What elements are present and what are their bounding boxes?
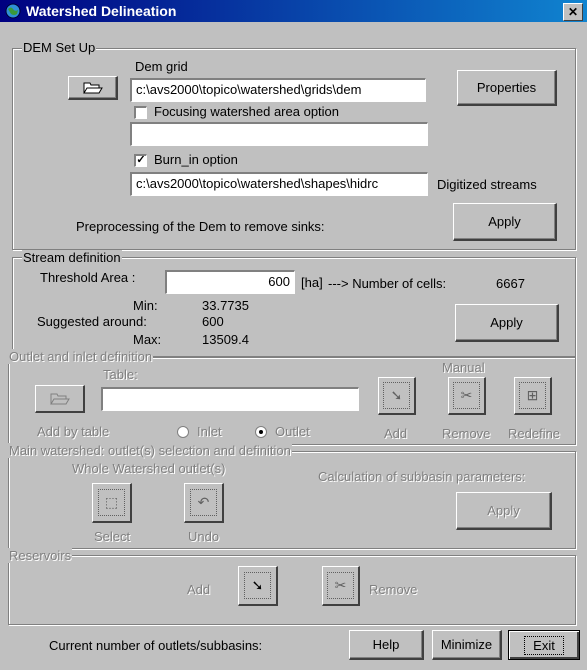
outlet-table-input[interactable] [101, 387, 359, 411]
focusing-checkbox[interactable] [134, 106, 147, 119]
subbasin-count-label: Current number of outlets/subbasins: [49, 638, 263, 653]
dem-grid-label: Dem grid [135, 59, 188, 74]
inlet-radio-label: Inlet [197, 424, 222, 439]
max-value: 13509.4 [202, 332, 249, 347]
subbasin-apply-button[interactable]: Apply [456, 492, 552, 530]
manual-label: Manual [442, 360, 485, 375]
reservoirs-group [8, 555, 576, 625]
select-outlet-button[interactable]: ⬚ [92, 483, 132, 523]
remove-point-icon: ✂ [327, 571, 354, 600]
dem-apply-button[interactable]: Apply [453, 203, 557, 241]
stream-apply-button[interactable]: Apply [455, 304, 559, 342]
remove-point-icon: ✂ [453, 382, 480, 409]
suggested-label: Suggested around: [37, 314, 147, 329]
outlet-inlet-legend: Outlet and inlet definition [8, 349, 154, 364]
help-button[interactable]: Help [349, 630, 424, 660]
dem-setup-legend: DEM Set Up [22, 40, 97, 55]
exit-button[interactable]: Exit [508, 630, 580, 660]
outlet-radio[interactable] [255, 426, 267, 438]
max-label: Max: [133, 332, 162, 347]
select-box-icon: ⬚ [97, 488, 126, 517]
suggested-value: 600 [202, 314, 224, 329]
redefine-icon: ⊞ [519, 382, 546, 409]
stream-definition-legend: Stream definition [22, 250, 122, 265]
calc-subbasin-label: Calculation of subbasin parameters: [318, 469, 526, 484]
outlet-add-button[interactable]: ➘ [378, 377, 416, 415]
min-label: Min: [133, 298, 158, 313]
table-label: Table: [103, 367, 138, 382]
outlet-remove-button[interactable]: ✂ [448, 377, 486, 415]
window-title: Watershed Delineation [26, 3, 177, 19]
reservoir-remove-button[interactable]: ✂ [322, 566, 360, 606]
undo-label: Undo [188, 529, 220, 544]
undo-icon: ↶ [189, 488, 218, 517]
number-of-cells-value: 6667 [496, 276, 525, 291]
open-folder-icon [82, 82, 103, 94]
dem-grid-browse-button[interactable] [68, 76, 118, 100]
minimize-button[interactable]: Minimize [432, 630, 502, 660]
preprocess-label: Preprocessing of the Dem to remove sinks… [76, 219, 325, 234]
outlet-remove-label: Remove [442, 426, 491, 441]
outlet-add-label: Add [384, 426, 408, 441]
main-watershed-legend: Main watershed: outlet(s) selection and … [8, 443, 292, 458]
close-button[interactable]: ✕ [563, 3, 583, 21]
add-point-icon: ➘ [383, 382, 410, 409]
whole-watershed-label: Whole Watershed outlet(s) [72, 461, 226, 476]
outlet-redefine-button[interactable]: ⊞ [514, 377, 552, 415]
exit-label: Exit [524, 635, 564, 655]
outlet-table-browse-button[interactable] [35, 385, 85, 413]
reservoir-add-button[interactable]: ➘ [238, 566, 278, 606]
min-value: 33.7735 [202, 298, 249, 313]
burn-in-input[interactable]: c:\avs2000\topico\watershed\shapes\hidrc [130, 172, 428, 196]
reservoir-add-label: Add [187, 582, 211, 597]
reservoir-remove-label: Remove [369, 582, 418, 597]
select-label: Select [94, 529, 131, 544]
threshold-input[interactable]: 600 [165, 270, 295, 294]
dem-grid-input[interactable]: c:\avs2000\topico\watershed\grids\dem [130, 78, 426, 102]
focusing-label: Focusing watershed area option [154, 104, 340, 119]
focusing-input[interactable] [130, 122, 428, 146]
outlet-redefine-label: Redefine [508, 426, 561, 441]
reservoirs-legend: Reservoirs [8, 548, 73, 563]
burn-in-label: Burn_in option [154, 152, 238, 167]
add-by-table-label: Add by table [37, 424, 110, 439]
open-folder-icon [49, 393, 70, 405]
globe-icon [5, 3, 21, 19]
add-point-icon: ➘ [243, 571, 272, 600]
properties-button[interactable]: Properties [457, 70, 557, 106]
inlet-radio[interactable] [177, 426, 189, 438]
title-bar: Watershed Delineation ✕ [0, 0, 587, 22]
digitized-streams-label: Digitized streams [437, 177, 537, 192]
threshold-label: Threshold Area : [40, 270, 136, 285]
number-of-cells-label: ---> Number of cells: [328, 276, 447, 291]
undo-outlet-button[interactable]: ↶ [184, 483, 224, 523]
threshold-unit: [ha] [301, 275, 323, 290]
burn-in-checkbox[interactable]: ✓ [134, 154, 147, 167]
outlet-radio-label: Outlet [275, 424, 310, 439]
